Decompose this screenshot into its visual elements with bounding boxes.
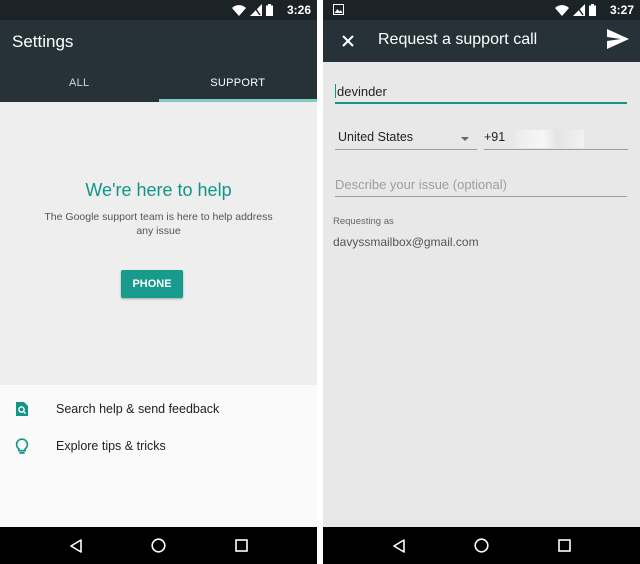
- status-icons: [555, 4, 596, 16]
- tab-support[interactable]: SUPPORT: [159, 70, 318, 102]
- battery-icon: [589, 4, 596, 16]
- settings-screen: 3:26 Settings ALL SUPPORT We're here to …: [0, 0, 317, 564]
- wifi-icon: [555, 4, 569, 16]
- app-bar: Request a support call: [323, 20, 640, 62]
- recents-icon[interactable]: [558, 539, 571, 552]
- help-description: The Google support team is here to help …: [44, 211, 273, 237]
- nav-bar: [0, 527, 317, 564]
- search-document-icon: [0, 401, 56, 417]
- support-call-screen: 3:27 Request a support call devinder Uni…: [323, 0, 640, 564]
- support-panel: We're here to help The Google support te…: [0, 102, 317, 385]
- dropdown-arrow-icon: [461, 137, 469, 141]
- page-title: Settings: [12, 32, 74, 51]
- tab-all[interactable]: ALL: [0, 70, 159, 102]
- nav-bar: [323, 527, 640, 564]
- country-value: United States: [338, 130, 414, 144]
- requesting-as-label: Requesting as: [333, 216, 394, 227]
- status-time: 3:27: [609, 3, 634, 17]
- battery-icon: [266, 4, 273, 16]
- phone-field[interactable]: +91: [484, 130, 628, 150]
- status-time: 3:26: [286, 3, 311, 17]
- app-bar: Settings ALL SUPPORT: [0, 20, 317, 102]
- home-icon[interactable]: [474, 538, 490, 553]
- signal-icon: [250, 4, 262, 16]
- help-heading: We're here to help: [85, 180, 232, 200]
- name-field[interactable]: devinder: [335, 82, 627, 104]
- country-select[interactable]: United States: [335, 130, 477, 150]
- list-item-search-help[interactable]: Search help & send feedback: [0, 391, 317, 427]
- help-list: Search help & send feedback Explore tips…: [0, 385, 317, 527]
- phone-button[interactable]: PHONE: [121, 270, 183, 298]
- image-notification-icon: [333, 4, 344, 15]
- page-title: Request a support call: [378, 31, 538, 48]
- tab-bar: ALL SUPPORT: [0, 70, 317, 102]
- account-email: davyssmailbox@gmail.com: [333, 235, 479, 249]
- close-icon[interactable]: [337, 30, 359, 52]
- list-item-label: Search help & send feedback: [56, 402, 220, 416]
- lightbulb-icon: [0, 437, 56, 455]
- text-cursor: [335, 84, 336, 98]
- back-icon[interactable]: [392, 538, 406, 553]
- wifi-icon: [232, 4, 246, 16]
- issue-field[interactable]: Describe your issue (optional): [335, 177, 627, 197]
- name-value: devinder: [337, 84, 387, 99]
- back-icon[interactable]: [69, 538, 83, 553]
- recents-icon[interactable]: [235, 539, 248, 552]
- signal-icon: [573, 4, 585, 16]
- status-icons: [232, 4, 273, 16]
- status-bar: 3:27: [323, 0, 640, 20]
- home-icon[interactable]: [151, 538, 167, 553]
- phone-redacted: [516, 130, 584, 148]
- list-item-tips[interactable]: Explore tips & tricks: [0, 428, 317, 464]
- phone-prefix: +91: [484, 130, 506, 144]
- list-item-label: Explore tips & tricks: [56, 439, 166, 453]
- status-bar: 3:26: [0, 0, 317, 20]
- issue-placeholder: Describe your issue (optional): [335, 177, 507, 192]
- send-icon[interactable]: [606, 28, 630, 50]
